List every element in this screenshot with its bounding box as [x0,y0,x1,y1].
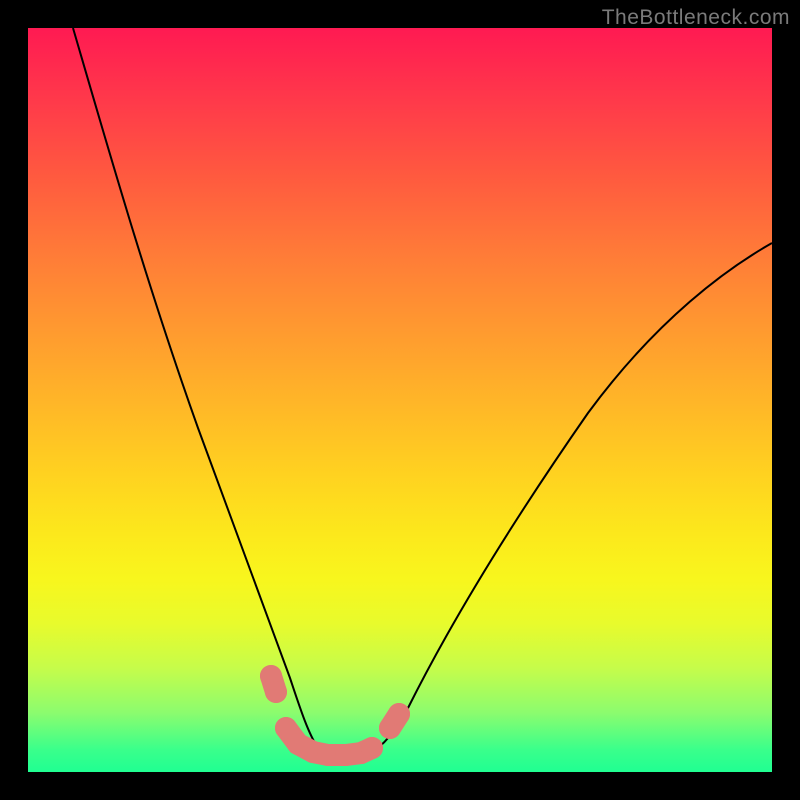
curve-right-branch [318,243,772,756]
marker-dot [361,737,383,759]
marker-dot [265,681,287,703]
curve-layer [28,28,772,772]
marker-dot [388,703,410,725]
plot-area [28,28,772,772]
curve-left-branch [73,28,318,748]
watermark-text: TheBottleneck.com [602,6,790,30]
chart-frame: TheBottleneck.com [0,0,800,800]
